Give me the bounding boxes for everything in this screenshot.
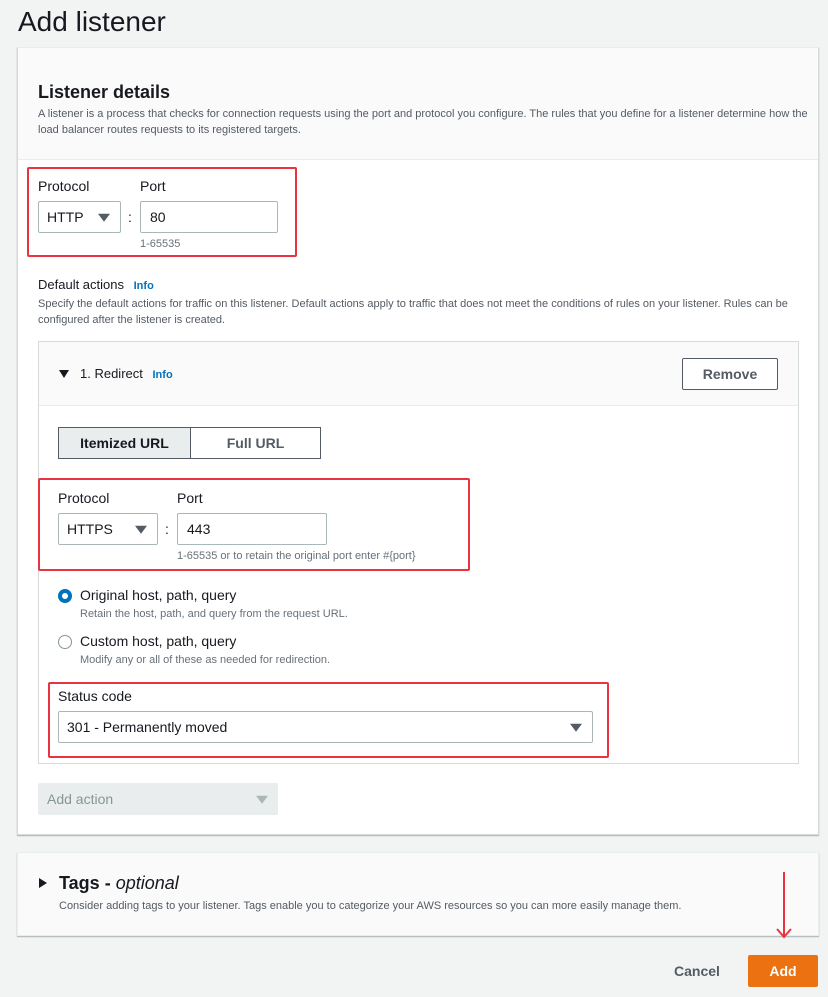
add-action-placeholder: Add action (47, 791, 114, 807)
protocol-label: Protocol (38, 178, 90, 194)
panel-description: A listener is a process that checks for … (38, 108, 808, 136)
original-host-description: Retain the host, path, and query from th… (80, 608, 348, 620)
protocol-value: HTTP (47, 209, 84, 225)
redirect-separator: : (165, 521, 169, 537)
tags-label: Tags (59, 873, 100, 893)
tags-panel (17, 852, 819, 936)
redirect-port-label: Port (177, 490, 203, 506)
custom-host-description: Modify any or all of these as needed for… (80, 654, 331, 666)
redirect-protocol-label: Protocol (58, 490, 110, 506)
remove-button[interactable]: Remove (682, 358, 778, 390)
default-actions-title: Default actions Info (38, 277, 154, 292)
port-value: 80 (150, 209, 166, 225)
tags-separator: - (99, 873, 116, 893)
original-host-radio[interactable] (58, 589, 72, 603)
expand-triangle-icon[interactable] (59, 370, 69, 378)
add-action-select[interactable]: Add action (38, 783, 278, 815)
annotation-arrow-icon (776, 872, 792, 939)
caret-down-icon (98, 213, 110, 222)
redirect-protocol-select[interactable]: HTTPS (58, 513, 158, 545)
redirect-info-link[interactable]: Info (153, 369, 173, 381)
original-host-label[interactable]: Original host, path, query (80, 587, 236, 603)
cancel-button[interactable]: Cancel (663, 955, 731, 987)
caret-down-icon (570, 723, 582, 732)
port-label: Port (140, 178, 166, 194)
add-button[interactable]: Add (748, 955, 818, 987)
redirect-protocol-value: HTTPS (67, 521, 113, 537)
default-actions-info-link[interactable]: Info (134, 280, 154, 292)
caret-down-icon (256, 795, 268, 804)
panel-title: Listener details (38, 82, 171, 102)
redirect-action-title: 1. Redirect Info (80, 366, 173, 381)
tags-title[interactable]: Tags - optional (59, 873, 179, 894)
default-actions-description: Specify the default actions for traffic … (38, 298, 788, 326)
protocol-select[interactable]: HTTP (38, 201, 121, 233)
redirect-port-input[interactable]: 443 (177, 513, 327, 545)
tags-description: Consider adding tags to your listener. T… (59, 900, 682, 912)
default-actions-label: Default actions (38, 277, 124, 292)
redirect-action-label: 1. Redirect (80, 366, 143, 381)
redirect-port-hint: 1-65535 or to retain the original port e… (177, 550, 416, 562)
port-hint: 1-65535 (140, 238, 181, 250)
full-url-tab[interactable]: Full URL (190, 427, 321, 459)
itemized-url-tab[interactable]: Itemized URL (58, 427, 191, 459)
status-code-label: Status code (58, 688, 132, 704)
page-title: Add listener (18, 6, 166, 37)
expand-triangle-icon[interactable] (39, 878, 47, 888)
tags-optional: optional (115, 873, 179, 893)
status-code-value: 301 - Permanently moved (67, 719, 228, 735)
custom-host-label[interactable]: Custom host, path, query (80, 633, 236, 649)
redirect-port-value: 443 (187, 521, 211, 537)
protocol-port-separator: : (128, 209, 132, 225)
panel-header (18, 48, 818, 160)
caret-down-icon (135, 525, 147, 534)
port-input[interactable]: 80 (140, 201, 278, 233)
custom-host-radio[interactable] (58, 635, 72, 649)
status-code-select[interactable]: 301 - Permanently moved (58, 711, 593, 743)
